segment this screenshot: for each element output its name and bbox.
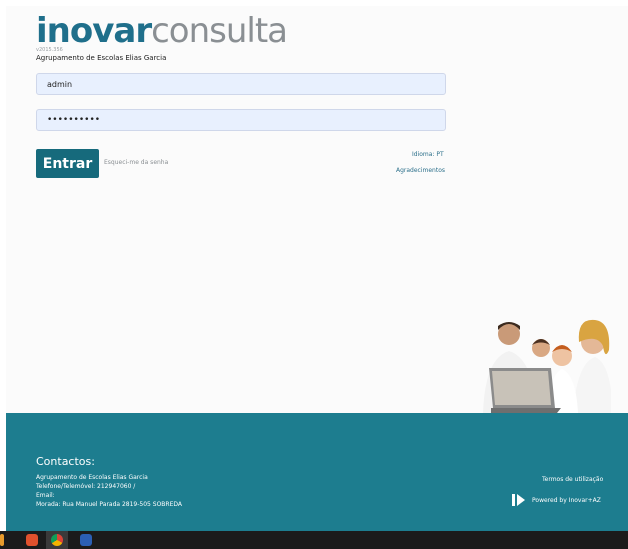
word-icon[interactable] xyxy=(80,534,92,546)
acknowledgements-link[interactable]: Agradecimentos xyxy=(396,167,445,174)
contact-school: Agrupamento de Escolas Elias Garcia xyxy=(36,474,148,481)
login-page: inovarconsulta v2015.356 Agrupamento de … xyxy=(6,6,628,413)
family-illustration xyxy=(483,319,611,413)
forgot-password-link[interactable]: Esqueci-me da senha xyxy=(104,159,168,166)
taskbar xyxy=(0,531,628,549)
contact-email: Email: xyxy=(36,492,55,499)
footer: Contactos: Agrupamento de Escolas Elias … xyxy=(6,413,628,531)
contact-phone: Telefone/Telemóvel: 212947060 / xyxy=(36,483,136,490)
powered-by-label: Powered by Inovar+AZ xyxy=(532,496,601,504)
password-input[interactable] xyxy=(36,109,446,131)
enter-button[interactable]: Entrar xyxy=(36,149,99,178)
inovar-mark-icon xyxy=(512,494,525,506)
contacts-title: Contactos: xyxy=(36,455,95,468)
school-name: Agrupamento de Escolas Elias Garcia xyxy=(36,54,167,62)
taskbar-edge-icon[interactable] xyxy=(0,534,4,546)
chrome-browser-icon[interactable] xyxy=(51,534,63,546)
inovar-logo: inovarconsulta xyxy=(36,11,288,51)
language-selector[interactable]: Idioma: PT xyxy=(412,151,444,158)
username-input[interactable] xyxy=(36,73,446,95)
brave-browser-icon[interactable] xyxy=(26,534,38,546)
terms-of-use-link[interactable]: Termos de utilização xyxy=(542,476,603,483)
powered-by-link[interactable]: Powered by Inovar+AZ xyxy=(512,493,601,507)
contact-address: Morada: Rua Manuel Parada 2819-505 SOBRE… xyxy=(36,501,182,508)
app-version: v2015.356 xyxy=(36,47,63,53)
